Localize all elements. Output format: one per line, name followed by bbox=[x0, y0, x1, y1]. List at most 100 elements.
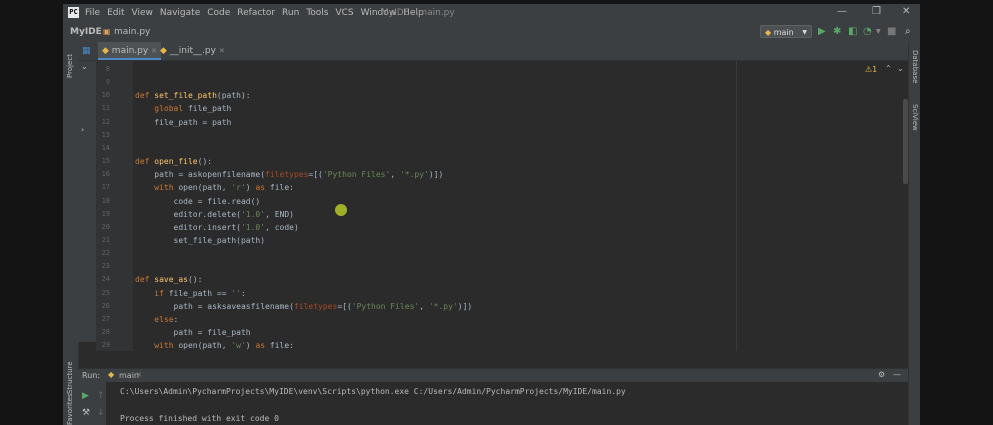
python-icon: ◆ bbox=[108, 370, 115, 379]
line-number: 14 bbox=[101, 143, 110, 152]
expand-chevron-icon[interactable]: ⌄ bbox=[81, 62, 88, 71]
code-token: filetypes bbox=[265, 170, 309, 180]
tab-label: __init__.py bbox=[169, 46, 216, 56]
tab-main-py[interactable]: ◆ main.py ✕ bbox=[98, 42, 161, 60]
editor-tab-bar: ▦ ◆ main.py ✕ ◆ __init__.py ✕ bbox=[78, 42, 908, 61]
code-token: ) bbox=[245, 341, 256, 351]
code-token: else bbox=[154, 314, 174, 324]
code-token: if bbox=[154, 288, 169, 298]
code-token: =[( bbox=[337, 301, 352, 311]
code-token: file: bbox=[269, 341, 294, 351]
next-highlight-icon[interactable]: ⌄ bbox=[897, 64, 904, 73]
left-tool-strip: Project Structure Favorites bbox=[63, 42, 79, 425]
code-token: '1.0' bbox=[240, 222, 266, 232]
line-number-gutter: 8 9 10 11 12 13 14 15 16 17 18 19 20 21 22 23 24 25 26 27 28… bbox=[96, 61, 133, 351]
maximize-button[interactable]: ❐ bbox=[872, 6, 881, 17]
code-line: set_file_path(path) bbox=[135, 234, 266, 247]
rerun-icon[interactable]: ▶ bbox=[82, 391, 89, 401]
right-tool-strip: Database SciView bbox=[908, 42, 920, 425]
run-config-label: main bbox=[773, 28, 794, 37]
line-number: 23 bbox=[101, 262, 110, 271]
code-token: set_file_path(path) bbox=[135, 235, 266, 245]
stop-icon[interactable]: ■ bbox=[887, 26, 896, 38]
settings-gear-icon[interactable]: ⚙ bbox=[878, 370, 885, 379]
code-line: def set_file_path(path): bbox=[135, 89, 251, 102]
menu-item-file[interactable]: File bbox=[85, 8, 100, 18]
menu-item-tools[interactable]: Tools bbox=[306, 8, 328, 18]
code-token: path = askopenfilename( bbox=[135, 170, 266, 180]
menu-item-vcs[interactable]: VCS bbox=[335, 8, 353, 18]
code-token: file: bbox=[269, 183, 294, 193]
code-line: if file_path == '': bbox=[135, 287, 246, 300]
close-button[interactable]: ✕ bbox=[902, 6, 910, 17]
code-token: open(path, bbox=[178, 341, 232, 351]
menu-item-run[interactable]: Run bbox=[282, 8, 299, 18]
code-token: with bbox=[154, 183, 179, 193]
code-token: '*.py' bbox=[428, 301, 458, 311]
menu-item-code[interactable]: Code bbox=[207, 8, 230, 18]
more-run-chevron-icon[interactable]: ▼ bbox=[876, 26, 881, 38]
code-token: editor.insert( bbox=[135, 222, 241, 232]
menu-item-edit[interactable]: Edit bbox=[107, 8, 124, 18]
python-file-icon: ▣ bbox=[103, 27, 111, 36]
code-line: with open(path, 'r') as file: bbox=[135, 181, 294, 194]
sciview-tool-tab[interactable]: SciView bbox=[911, 104, 919, 131]
console-command: C:\Users\Admin\PycharmProjects\MyIDE\ven… bbox=[120, 387, 626, 396]
close-run-tab-icon[interactable]: ✕ bbox=[136, 371, 142, 379]
code-token: ) bbox=[245, 183, 256, 193]
breadcrumb-file[interactable]: main.py bbox=[114, 27, 150, 37]
code-token: def bbox=[135, 91, 155, 101]
grid-icon[interactable]: ▦ bbox=[82, 46, 91, 56]
code-token: path = file_path bbox=[135, 328, 251, 337]
menu-item-refactor[interactable]: Refactor bbox=[237, 8, 275, 18]
search-icon[interactable]: ⌕ bbox=[905, 26, 911, 38]
profile-icon[interactable]: ◔ bbox=[863, 26, 872, 38]
code-line: else: bbox=[135, 313, 178, 326]
close-tab-icon[interactable]: ✕ bbox=[219, 47, 225, 55]
inspection-warning[interactable]: ⚠1 bbox=[865, 65, 877, 74]
favorites-tool-tab[interactable]: Favorites bbox=[66, 393, 74, 425]
navigation-bar: MyIDE ▣ main.py ◆ main ▼ ▶ ✱ ◧ ◔ ▼ ■ ⌕ bbox=[63, 22, 920, 43]
coverage-icon[interactable]: ◧ bbox=[848, 26, 857, 38]
line-number: 16 bbox=[101, 170, 110, 179]
tab-init-py[interactable]: ◆ __init__.py ✕ bbox=[156, 42, 229, 60]
structure-tool-tab[interactable]: Structure bbox=[66, 361, 74, 394]
menu-item-view[interactable]: View bbox=[132, 8, 153, 18]
down-arrow-icon[interactable]: ↓ bbox=[97, 408, 105, 418]
up-arrow-icon[interactable]: ↑ bbox=[97, 391, 105, 401]
menu-item-navigate[interactable]: Navigate bbox=[160, 8, 200, 18]
code-token: editor.delete( bbox=[135, 209, 241, 219]
chevron-down-icon: ▼ bbox=[802, 29, 807, 36]
line-number: 19 bbox=[101, 209, 110, 218]
code-token: : bbox=[173, 314, 179, 324]
project-tool-tab[interactable]: Project bbox=[66, 54, 74, 78]
minimize-button[interactable]: — bbox=[837, 6, 847, 17]
debug-icon[interactable]: ✱ bbox=[833, 26, 841, 38]
code-token: as bbox=[255, 341, 270, 351]
code-token: save_as bbox=[154, 275, 188, 285]
line-number: 9 bbox=[105, 78, 110, 87]
run-icon[interactable]: ▶ bbox=[818, 26, 826, 38]
code-line: global file_path bbox=[135, 102, 231, 115]
code-line: with open(path, 'w') as file: bbox=[135, 339, 294, 352]
code-line: editor.insert('1.0', code) bbox=[135, 221, 299, 234]
tree-chevron-icon[interactable]: › bbox=[81, 125, 84, 134]
hide-panel-icon[interactable]: — bbox=[893, 370, 901, 379]
wrench-icon[interactable]: ⚒ bbox=[82, 408, 90, 418]
run-config-select[interactable]: ◆ main ▼ bbox=[760, 25, 812, 38]
line-number: 28 bbox=[101, 328, 110, 336]
code-token: =[( bbox=[308, 170, 323, 180]
line-number: 24 bbox=[101, 275, 110, 284]
code-line: path = asksaveasfilename(filetypes=[('Py… bbox=[135, 300, 473, 313]
code-editor[interactable]: ⚠1 ⌃ ⌄ def set_file_path(path): global f… bbox=[133, 61, 908, 351]
code-token: 'r' bbox=[231, 183, 246, 193]
code-line: code = file.read() bbox=[135, 195, 261, 208]
code-token: (): bbox=[187, 275, 203, 285]
mouse-cursor-highlight bbox=[335, 204, 347, 216]
line-number: 20 bbox=[101, 222, 110, 231]
previous-highlight-icon[interactable]: ⌃ bbox=[885, 64, 892, 73]
breadcrumb-project[interactable]: MyIDE bbox=[70, 27, 102, 37]
code-line: def open_file(): bbox=[135, 155, 212, 168]
database-tool-tab[interactable]: Database bbox=[911, 50, 919, 83]
